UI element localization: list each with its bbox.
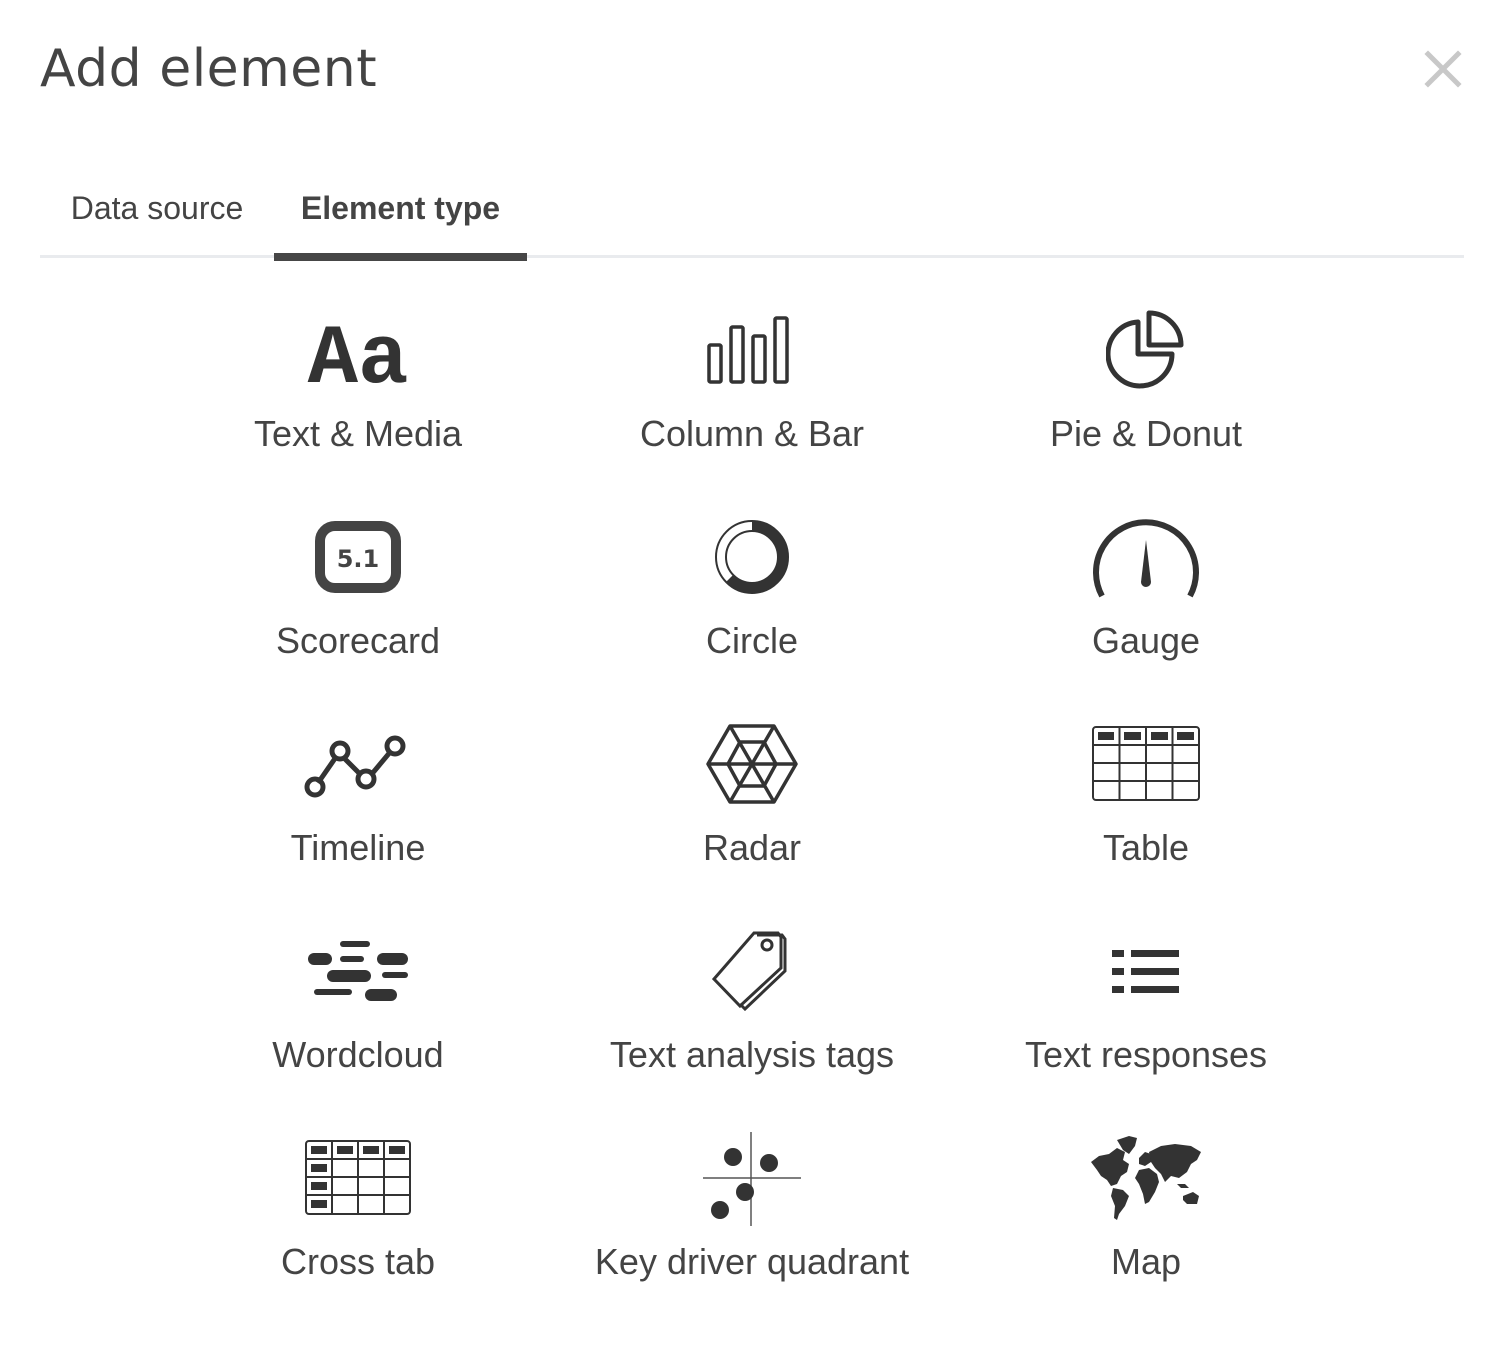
element-type-label: Radar — [702, 827, 802, 868]
quadrant-icon — [703, 1132, 801, 1226]
element-type-label: Pie & Donut — [1049, 413, 1243, 454]
tab-element-type[interactable]: Element type — [274, 170, 527, 261]
cross-tab-icon — [305, 1140, 411, 1215]
element-type-radar[interactable]: Radar — [555, 714, 949, 921]
tag-icon — [712, 931, 787, 1011]
element-type-wordcloud[interactable]: Wordcloud — [161, 921, 555, 1128]
list-icon — [1112, 950, 1179, 993]
element-type-text-analysis-tags[interactable]: Text analysis tags — [555, 921, 949, 1128]
tab-bar: Data source Element type — [40, 170, 1464, 261]
circle-icon — [715, 520, 789, 594]
gauge-icon — [1093, 519, 1199, 598]
element-type-cross-tab[interactable]: Cross tab — [161, 1128, 555, 1335]
column-bar-icon — [707, 316, 789, 384]
element-type-pie-donut[interactable]: Pie & Donut — [949, 300, 1343, 507]
wordcloud-icon — [308, 941, 408, 1001]
element-type-circle[interactable]: Circle — [555, 507, 949, 714]
svg-text:Aa: Aa — [308, 313, 409, 390]
element-type-text-media[interactable]: Aa Text & Media — [161, 300, 555, 507]
element-type-gauge[interactable]: Gauge — [949, 507, 1343, 714]
element-type-timeline[interactable]: Timeline — [161, 714, 555, 921]
element-type-label: Column & Bar — [639, 413, 865, 454]
world-map-icon — [1091, 1136, 1201, 1220]
element-type-label: Table — [1102, 827, 1190, 868]
tab-data-source[interactable]: Data source — [40, 170, 274, 258]
pie-donut-icon — [1106, 310, 1184, 389]
element-type-label: Text analysis tags — [609, 1034, 895, 1075]
text-media-icon: Aa — [308, 313, 409, 390]
element-type-label: Text & Media — [253, 413, 463, 454]
element-type-scorecard[interactable]: 5.1 Scorecard — [161, 507, 555, 714]
element-type-label: Gauge — [1091, 620, 1201, 661]
add-element-dialog: Add element Data source Element type Aa … — [0, 0, 1504, 1354]
element-type-label: Map — [1110, 1241, 1182, 1282]
element-type-key-driver-quadrant[interactable]: Key driver quadrant — [555, 1128, 949, 1335]
close-button[interactable] — [1420, 46, 1466, 92]
element-type-label: Timeline — [290, 827, 426, 868]
element-type-label: Key driver quadrant — [594, 1241, 910, 1282]
element-type-label: Scorecard — [275, 620, 441, 661]
element-type-label: Text responses — [1024, 1034, 1268, 1075]
element-type-label: Wordcloud — [272, 1034, 444, 1075]
timeline-icon — [304, 735, 406, 798]
element-type-map[interactable]: Map — [949, 1128, 1343, 1335]
close-icon — [1424, 50, 1462, 88]
element-type-label: Cross tab — [280, 1241, 436, 1282]
element-type-label: Circle — [705, 620, 798, 661]
element-type-grid: Aa Text & Media Column & Bar Pie & Donut… — [161, 300, 1343, 1335]
radar-icon — [706, 724, 798, 804]
element-type-text-responses[interactable]: Text responses — [949, 921, 1343, 1128]
scorecard-icon: 5.1 — [315, 521, 401, 593]
table-icon — [1092, 726, 1200, 801]
element-type-column-bar[interactable]: Column & Bar — [555, 300, 949, 507]
dialog-title: Add element — [40, 39, 378, 99]
element-type-table[interactable]: Table — [949, 714, 1343, 921]
svg-text:5.1: 5.1 — [337, 545, 380, 573]
